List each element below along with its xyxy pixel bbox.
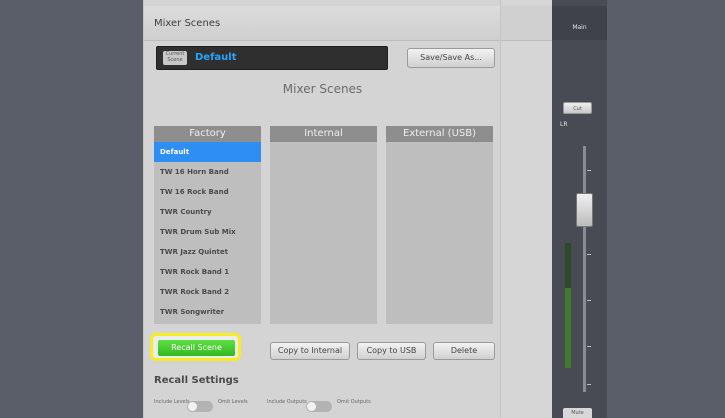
scene-item[interactable]: TWR Songwriter [154,302,261,322]
fader-tick [587,300,591,301]
omit-outputs-label: Omit Outputs [337,399,371,405]
scene-item[interactable]: TW 16 Horn Band [154,162,261,182]
external-usb-header: External (USB) [386,126,493,142]
factory-header: Factory [154,126,261,142]
fader-tick [587,170,591,171]
mixer-scenes-heading: Mixer Scenes [282,82,363,96]
level-meter [565,243,571,368]
fader-track[interactable] [583,146,586,392]
panel-header: Mixer Scenes [144,6,501,41]
toggle-knob [188,402,197,411]
right-bezel [607,0,725,418]
scene-item[interactable]: TWR Jazz Quintet [154,242,261,262]
scene-item[interactable]: TW 16 Rock Band [154,182,261,202]
left-bezel [0,0,143,418]
channel-mute-button[interactable]: Mute [563,408,592,418]
internal-column[interactable]: Internal [270,126,377,324]
factory-column: Factory Default TW 16 Horn Band TW 16 Ro… [154,126,261,324]
channel-title: Main [572,24,587,31]
app-screen: Mixer Scenes Current Scene Default Save/… [0,0,725,418]
recall-scene-highlight: Recall Scene [150,333,241,361]
scene-item[interactable]: TWR Country [154,202,261,222]
omit-levels-label: Omit Levels [218,399,248,405]
recall-settings-title: Recall Settings [154,375,239,386]
fader-tick [587,254,591,255]
toggle-knob [307,402,316,411]
panel-title: Mixer Scenes [154,18,221,29]
channel-cut-button[interactable]: Cut [563,102,592,114]
fader-tick [587,384,591,385]
include-outputs-label: Include Outputs [267,399,307,405]
channel-header: Main [552,6,607,40]
mixer-scenes-panel: Mixer Scenes Current Scene Default Save/… [143,0,501,418]
external-usb-column[interactable]: External (USB) [386,126,493,324]
channel-label: LR [560,121,568,128]
level-meter-fill [565,288,571,368]
current-scene-chip: Current Scene [163,51,187,65]
fader-handle[interactable] [576,193,593,227]
include-levels-label: Include Levels [154,399,190,405]
copy-to-internal-button[interactable]: Copy to Internal [270,342,350,360]
scene-item[interactable]: TWR Rock Band 2 [154,282,261,302]
current-scene-display: Current Scene Default [156,46,388,70]
fader-tick [587,346,591,347]
save-as-button[interactable]: Save/Save As... [407,48,495,68]
outputs-toggle[interactable] [306,401,332,412]
scene-item[interactable]: TWR Rock Band 1 [154,262,261,282]
internal-header: Internal [270,126,377,142]
side-panel-header [501,6,553,41]
copy-to-usb-button[interactable]: Copy to USB [357,342,426,360]
delete-button[interactable]: Delete [433,342,495,360]
scene-item[interactable]: TWR Drum Sub Mix [154,222,261,242]
current-scene-name: Default [195,52,237,63]
levels-toggle[interactable] [187,401,213,412]
side-panel [500,0,553,418]
recall-scene-button[interactable]: Recall Scene [158,340,235,356]
main-channel-strip: Main Cut LR Mute [552,0,607,418]
scene-item-default[interactable]: Default [154,142,261,162]
